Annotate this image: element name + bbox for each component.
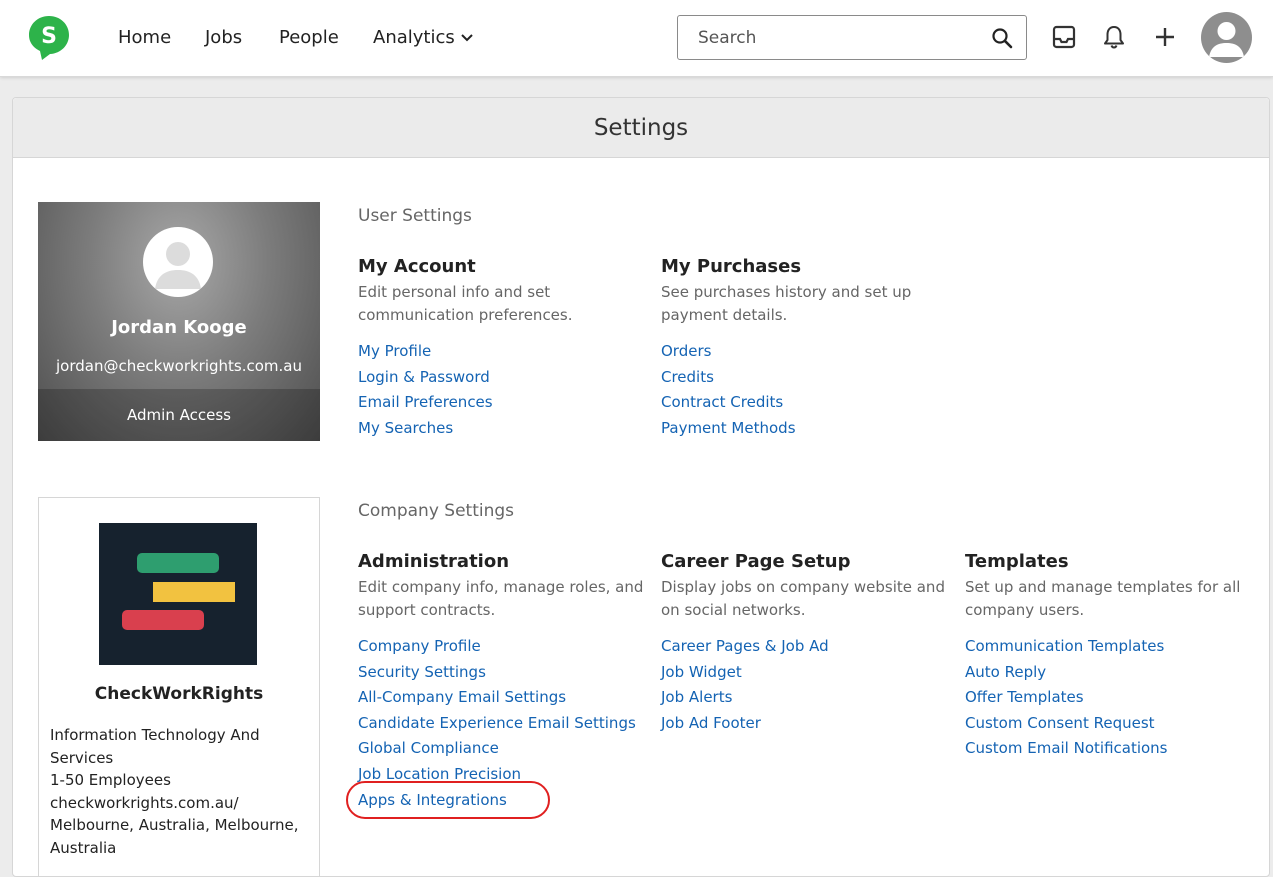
chevron-down-icon	[461, 34, 473, 42]
checkworkrights-logo-icon	[122, 553, 235, 630]
link-job-location-precision[interactable]: Job Location Precision	[358, 765, 521, 783]
link-list: Communication Templates Auto Reply Offer…	[965, 634, 1255, 762]
bell-icon[interactable]	[1101, 24, 1127, 50]
career-page-setup-group: Career Page Setup Display jobs on compan…	[661, 550, 951, 736]
company-info: Information Technology And Services 1-50…	[50, 724, 310, 860]
person-icon	[155, 242, 201, 289]
link-company-profile[interactable]: Company Profile	[358, 637, 481, 655]
templates-group: Templates Set up and manage templates fo…	[965, 550, 1255, 762]
group-title: My Purchases	[661, 256, 802, 277]
user-email: jordan@checkworkrights.com.au	[55, 357, 302, 375]
search-icon[interactable]	[991, 27, 1013, 49]
link-custom-email-notifications[interactable]: Custom Email Notifications	[965, 739, 1168, 757]
link-all-company-email-settings[interactable]: All-Company Email Settings	[358, 688, 566, 706]
inbox-icon[interactable]	[1051, 24, 1077, 50]
nav-jobs[interactable]: Jobs	[205, 26, 242, 50]
group-title: My Account	[358, 256, 476, 277]
nav-analytics[interactable]: Analytics	[373, 26, 473, 50]
link-list: Orders Credits Contract Credits Payment …	[661, 339, 951, 441]
svg-text:S: S	[41, 24, 57, 49]
link-job-ad-footer[interactable]: Job Ad Footer	[661, 714, 761, 732]
link-communication-templates[interactable]: Communication Templates	[965, 637, 1164, 655]
company-size: 1-50 Employees	[50, 771, 171, 790]
link-job-alerts[interactable]: Job Alerts	[661, 688, 732, 706]
link-login-password[interactable]: Login & Password	[358, 368, 490, 386]
group-description: Set up and manage templates for all comp…	[965, 578, 1241, 619]
group-description: See purchases history and set up payment…	[661, 283, 912, 324]
link-list: Career Pages & Job Ad Job Widget Job Ale…	[661, 634, 951, 736]
nav-home[interactable]: Home	[118, 26, 171, 50]
link-list: My Profile Login & Password Email Prefer…	[358, 339, 648, 441]
group-description: Edit personal info and set communication…	[358, 283, 573, 324]
link-security-settings[interactable]: Security Settings	[358, 663, 486, 681]
user-avatar-icon	[1209, 22, 1244, 57]
link-my-profile[interactable]: My Profile	[358, 342, 431, 360]
link-email-preferences[interactable]: Email Preferences	[358, 393, 493, 411]
group-description: Edit company info, manage roles, and sup…	[358, 578, 644, 619]
link-orders[interactable]: Orders	[661, 342, 711, 360]
link-offer-templates[interactable]: Offer Templates	[965, 688, 1084, 706]
link-credits[interactable]: Credits	[661, 368, 714, 386]
link-contract-credits[interactable]: Contract Credits	[661, 393, 783, 411]
link-global-compliance[interactable]: Global Compliance	[358, 739, 499, 757]
company-card: CheckWorkRights Information Technology A…	[38, 497, 320, 877]
profile-avatar	[143, 227, 213, 297]
link-custom-consent-request[interactable]: Custom Consent Request	[965, 714, 1155, 732]
top-navigation-bar: S Home Jobs People Analytics	[0, 0, 1273, 77]
link-list: Company Profile Security Settings All-Co…	[358, 634, 648, 813]
company-location: Melbourne, Australia, Melbourne, Austral…	[50, 816, 299, 857]
company-settings-title: Company Settings	[358, 501, 515, 521]
group-title: Administration	[358, 551, 510, 572]
user-name: Jordan Kooge	[111, 317, 247, 338]
user-avatar-button[interactable]	[1201, 12, 1252, 63]
user-access-level: Admin Access	[38, 389, 320, 441]
link-apps-integrations[interactable]: Apps & Integrations	[358, 791, 507, 809]
nav-analytics-label: Analytics	[373, 27, 455, 48]
company-logo	[99, 523, 257, 665]
user-settings-title: User Settings	[358, 206, 472, 226]
group-description: Display jobs on company website and on s…	[661, 578, 945, 619]
search-box	[677, 15, 1027, 60]
link-career-pages-job-ad[interactable]: Career Pages & Job Ad	[661, 637, 829, 655]
nav-people[interactable]: People	[279, 26, 339, 50]
group-title: Templates	[965, 551, 1069, 572]
company-name: CheckWorkRights	[94, 684, 264, 704]
link-candidate-experience-email-settings[interactable]: Candidate Experience Email Settings	[358, 714, 636, 732]
group-title: Career Page Setup	[661, 551, 851, 572]
company-industry: Information Technology And Services	[50, 726, 260, 767]
smartrecruiters-logo-icon[interactable]: S	[28, 14, 70, 62]
user-card: Jordan Kooge jordan@checkworkrights.com.…	[38, 202, 320, 441]
my-purchases-group: My Purchases See purchases history and s…	[661, 255, 951, 441]
link-job-widget[interactable]: Job Widget	[661, 663, 742, 681]
my-account-group: My Account Edit personal info and set co…	[358, 255, 648, 441]
administration-group: Administration Edit company info, manage…	[358, 550, 648, 813]
company-website: checkworkrights.com.au/	[50, 793, 239, 812]
link-auto-reply[interactable]: Auto Reply	[965, 663, 1046, 681]
search-input[interactable]	[678, 16, 978, 59]
page-title: Settings	[13, 98, 1269, 158]
plus-icon[interactable]	[1152, 24, 1178, 50]
link-payment-methods[interactable]: Payment Methods	[661, 419, 796, 437]
link-my-searches[interactable]: My Searches	[358, 419, 453, 437]
